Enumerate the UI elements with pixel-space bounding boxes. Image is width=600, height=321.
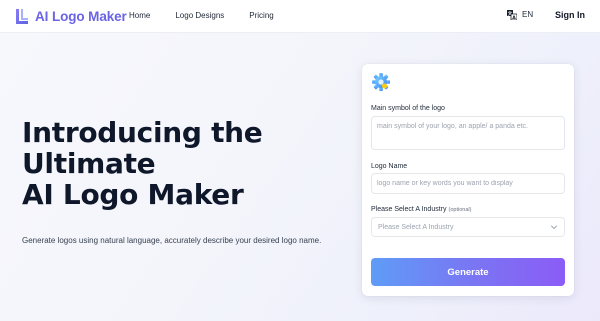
hero-subtitle: Generate logos using natural language, a… (22, 236, 322, 245)
svg-text:A: A (512, 15, 516, 20)
logo-mark-icon (16, 8, 28, 24)
nav-link-logo-designs[interactable]: Logo Designs (175, 10, 224, 22)
hero-title-line: Introducing the (22, 116, 263, 149)
industry-label: Please Select A Industry (optional) (371, 205, 471, 215)
translate-icon: 文 A (507, 10, 517, 20)
top-navbar: AI Logo Maker Home Logo Designs Pricing … (0, 0, 600, 33)
hero-title-line: AI Logo Maker (22, 178, 244, 211)
nav-link-pricing[interactable]: Pricing (249, 10, 273, 22)
gear-icon (372, 73, 390, 91)
brand-logo[interactable]: AI Logo Maker (14, 6, 127, 26)
nav-link-home[interactable]: Home (129, 10, 150, 22)
logo-name-label: Logo Name (371, 163, 408, 170)
main-nav: Home Logo Designs Pricing (129, 10, 299, 22)
language-switcher[interactable]: 文 A EN (507, 9, 533, 21)
industry-select-value: Please Select A Industry (378, 223, 454, 231)
sign-in-link[interactable]: Sign In (555, 9, 585, 21)
generate-button[interactable]: Generate (371, 258, 565, 286)
optional-tag: (optional) (448, 207, 472, 213)
symbol-input[interactable] (371, 116, 565, 150)
symbol-label: Main symbol of the logo (371, 105, 445, 112)
logo-generator-form: Main symbol of the logo Logo Name Please… (362, 64, 574, 296)
chevron-down-icon (551, 225, 557, 229)
hero-title-line: Ultimate (22, 147, 156, 180)
language-label: EN (522, 10, 534, 19)
logo-name-input[interactable] (371, 173, 565, 194)
industry-label-text: Please Select A Industry (371, 206, 447, 213)
industry-select[interactable]: Please Select A Industry (371, 217, 565, 237)
brand-name: AI Logo Maker (35, 8, 127, 24)
hero-title: Introducing the Ultimate AI Logo Maker (22, 117, 342, 210)
